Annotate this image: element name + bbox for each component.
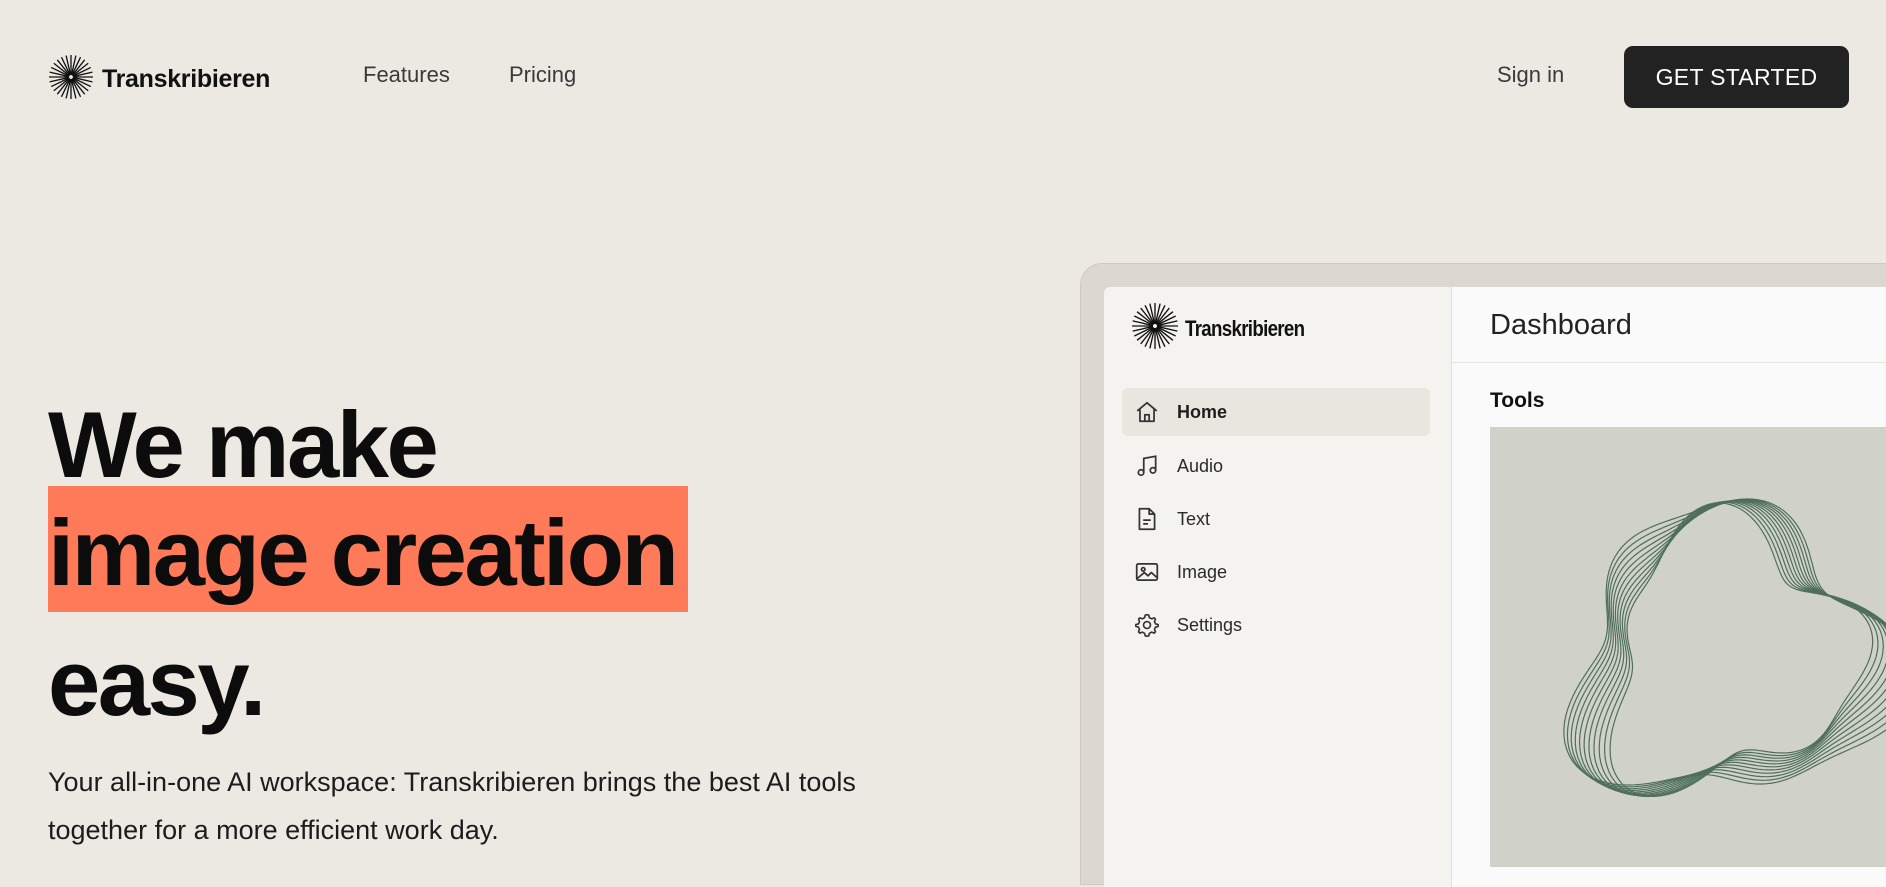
- brand-logo-link[interactable]: Transkribieren: [48, 54, 270, 105]
- wavy-rings-illustration: [1490, 427, 1886, 867]
- hero-description: Your all-in-one AI workspace: Transkribi…: [48, 758, 908, 854]
- get-started-button[interactable]: GET STARTED: [1624, 46, 1849, 108]
- wave-ring: [1589, 501, 1886, 795]
- sidebar-item-label: Text: [1177, 509, 1210, 530]
- app-brand-name: Transkribieren: [1185, 316, 1304, 342]
- wave-ring: [1599, 502, 1883, 797]
- sidebar-item-home[interactable]: Home: [1122, 388, 1430, 436]
- sidebar-item-label: Settings: [1177, 615, 1242, 636]
- sidebar-item-label: Home: [1177, 402, 1227, 423]
- dashboard-title: Dashboard: [1490, 309, 1632, 342]
- wave-ring: [1575, 500, 1886, 790]
- sign-in-link[interactable]: Sign in: [1497, 62, 1564, 88]
- hero-headline-line-3: easy.: [48, 636, 264, 730]
- home-icon: [1134, 399, 1160, 425]
- starburst-logo-icon: [1131, 302, 1179, 355]
- sidebar-item-image[interactable]: Image: [1122, 548, 1430, 596]
- sidebar-item-label: Audio: [1177, 456, 1223, 477]
- brand-name: Transkribieren: [102, 65, 270, 94]
- nav-link-pricing[interactable]: Pricing: [509, 62, 576, 88]
- sidebar-item-settings[interactable]: Settings: [1122, 601, 1430, 649]
- starburst-logo-icon: [48, 54, 94, 105]
- image-icon: [1134, 559, 1160, 585]
- sidebar-item-audio[interactable]: Audio: [1122, 442, 1430, 490]
- music-note-icon: [1134, 453, 1160, 479]
- sidebar-item-label: Image: [1177, 562, 1227, 583]
- sidebar-item-text[interactable]: Text: [1122, 495, 1430, 543]
- nav-link-features[interactable]: Features: [363, 62, 450, 88]
- top-navigation: Transkribieren Features Pricing Sign in …: [0, 0, 1886, 128]
- tool-card[interactable]: [1490, 427, 1886, 867]
- tools-section-title: Tools: [1490, 389, 1544, 413]
- hero-headline-highlight: image creation: [48, 506, 676, 600]
- document-icon: [1134, 506, 1160, 532]
- wave-ring: [1564, 499, 1886, 785]
- hero-headline-line-1: We make: [48, 398, 436, 492]
- wave-ring: [1605, 502, 1878, 796]
- app-brand: Transkribieren: [1131, 302, 1325, 355]
- gear-icon: [1134, 612, 1160, 638]
